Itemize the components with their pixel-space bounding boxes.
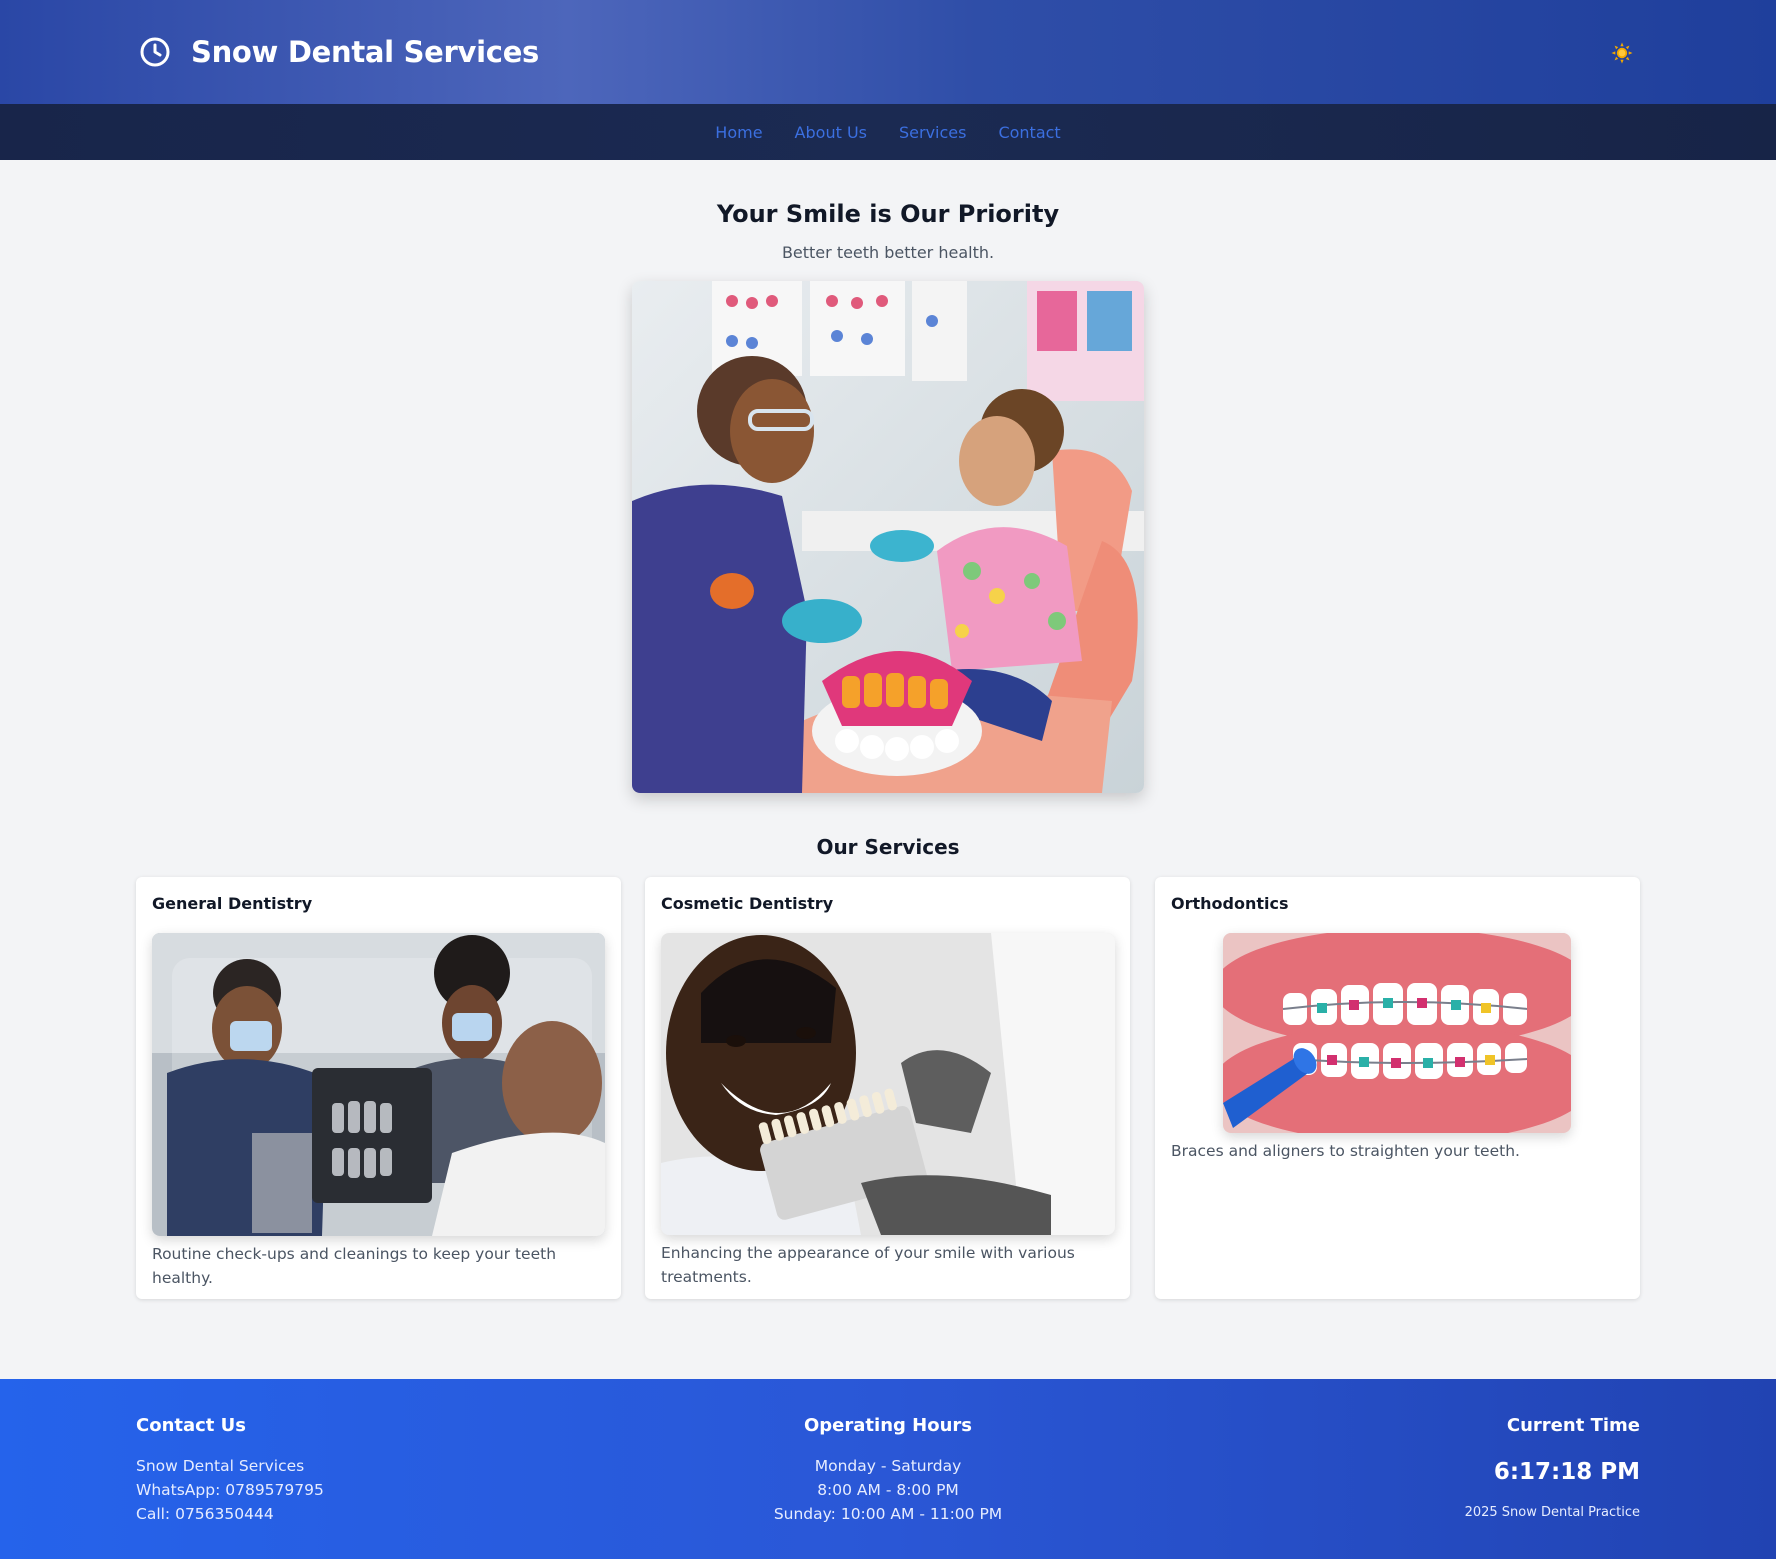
service-card-description: Routine check-ups and cleanings to keep … [152, 1245, 557, 1287]
main-nav: Home About Us Services Contact [0, 104, 1776, 160]
brand[interactable]: Snow Dental Services [139, 30, 539, 74]
service-card-orthodontics: Orthodontics Braces and aligners to stra… [1155, 877, 1640, 1299]
site-header: Snow Dental Services [0, 0, 1776, 104]
service-card-title: Cosmetic Dentistry [661, 894, 834, 913]
service-image-orthodontics [1223, 933, 1571, 1133]
nav-link-home[interactable]: Home [715, 123, 762, 142]
sun-icon [1611, 42, 1633, 64]
theme-toggle-button[interactable] [1609, 40, 1635, 66]
services-title: Our Services [816, 835, 960, 859]
copyright: 2025 Snow Dental Practice [1464, 1505, 1640, 1520]
nav-link-about[interactable]: About Us [795, 123, 867, 142]
clock-icon [140, 37, 170, 67]
current-time-value: 6:17:18 PM [1493, 1459, 1640, 1485]
site-title: Snow Dental Services [191, 35, 540, 69]
hero-subtitle: Better teeth better health. [781, 243, 995, 262]
nav-link-contact[interactable]: Contact [998, 123, 1060, 142]
service-card-title: General Dentistry [152, 894, 313, 913]
nav-link-services[interactable]: Services [899, 123, 966, 142]
service-image-general [152, 933, 605, 1236]
nav-links: Home About Us Services Contact [0, 104, 1776, 160]
service-card-title: Orthodontics [1171, 894, 1289, 913]
hero-image [632, 281, 1144, 793]
service-card-description: Enhancing the appearance of your smile w… [661, 1244, 1075, 1286]
hero-title: Your Smile is Our Priority [716, 200, 1060, 228]
site-footer: Contact Us Snow Dental Services WhatsApp… [0, 1379, 1776, 1559]
service-card-description: Braces and aligners to straighten your t… [1171, 1142, 1520, 1160]
footer-time-title: Current Time [1506, 1415, 1640, 1436]
service-card-cosmetic: Cosmetic Dentistry Enhancing the appeara… [645, 877, 1130, 1299]
service-card-general: General Dentistry Routine check-ups and … [136, 877, 621, 1299]
service-image-cosmetic [661, 933, 1115, 1235]
